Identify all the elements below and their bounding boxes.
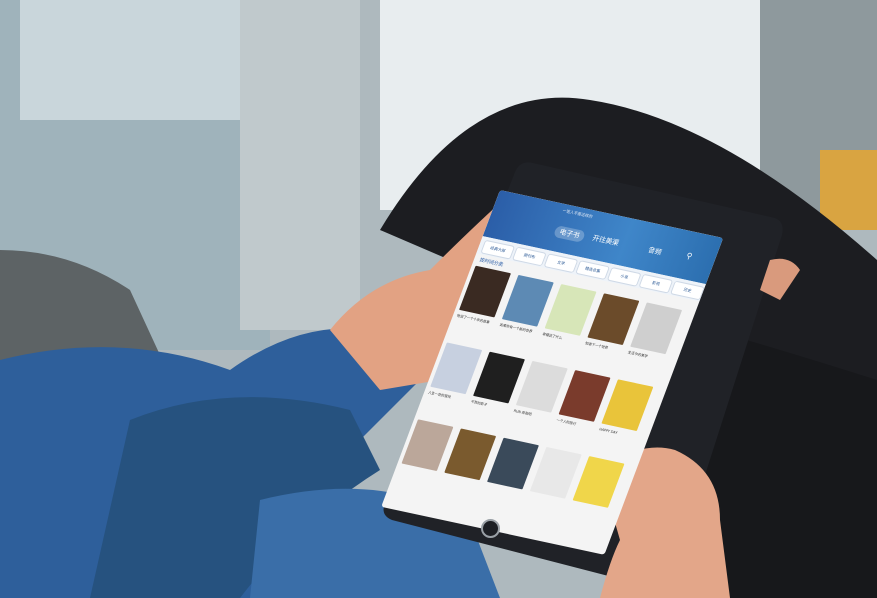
book-cover[interactable]	[572, 456, 625, 508]
book-cover[interactable]	[601, 379, 654, 432]
book-cover[interactable]	[587, 293, 640, 346]
window-frame	[240, 0, 360, 330]
tab-ebooks[interactable]: 电子书	[552, 225, 587, 243]
photo-scene: 一笔入不是这样的 电子书 开往美渠 音频 ⚲ 经典大部 期刊布 文学 精选合集 …	[0, 0, 877, 598]
book-cover[interactable]	[501, 274, 554, 327]
book-cover[interactable]	[529, 446, 582, 499]
book-cover[interactable]	[487, 437, 539, 490]
category-chip[interactable]: 历史	[670, 280, 705, 301]
book-cover[interactable]	[544, 284, 597, 336]
home-button[interactable]	[481, 519, 500, 538]
tab-second[interactable]: 开往美渠	[591, 233, 621, 248]
category-chip[interactable]: 精选合集	[575, 260, 610, 280]
tab-audio[interactable]: 音频	[647, 245, 664, 257]
category-chip[interactable]: 文学	[543, 253, 579, 274]
window-glare	[20, 0, 245, 120]
header-small-text: 一笔入不是这样的	[561, 207, 594, 220]
book-cover[interactable]	[444, 428, 497, 481]
orange-object	[820, 150, 877, 230]
book-cover[interactable]	[630, 302, 683, 355]
category-chip[interactable]: 小说	[606, 266, 642, 287]
search-icon[interactable]: ⚲	[685, 251, 694, 261]
category-chip[interactable]: 影视	[638, 273, 674, 294]
category-chip[interactable]: 期刊布	[511, 246, 547, 267]
book-cover[interactable]	[558, 370, 611, 422]
book-cover[interactable]	[473, 351, 525, 404]
book-cover[interactable]	[515, 360, 568, 413]
